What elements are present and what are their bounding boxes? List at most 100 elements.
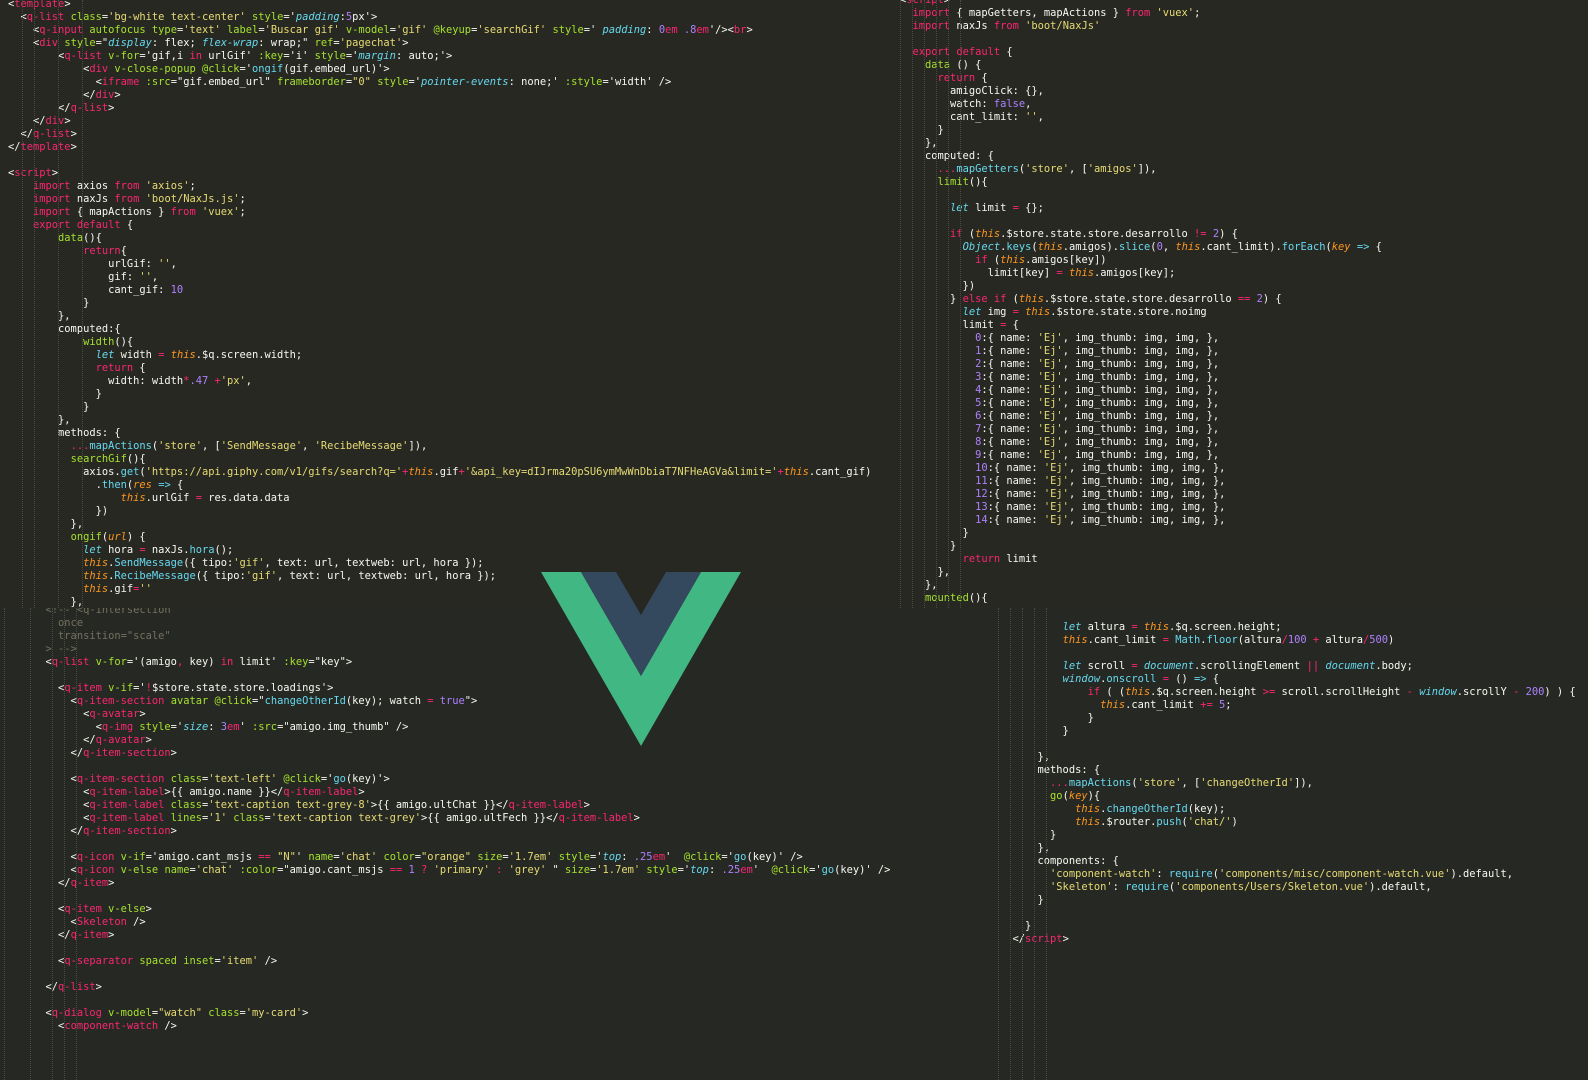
code-token: , img_thumb: img, img, }, [1068, 462, 1226, 474]
code-token: : none;' [508, 76, 565, 88]
code-token: > [402, 37, 409, 49]
code-line: data () { [896, 59, 1588, 72]
code-token: >{{ amigo.ultFech }}</ [420, 812, 559, 824]
code-token: forEach [1281, 241, 1326, 253]
code-token: (){ [126, 453, 146, 465]
code-token: 'bg-white text-center' [108, 11, 246, 23]
code-token: }, [8, 414, 71, 426]
code-token: if [975, 254, 988, 266]
code-token: @keyup [433, 24, 472, 36]
code-token: if [993, 293, 1007, 305]
code-token: q-icon [76, 851, 115, 863]
code-token: SendMessage [114, 557, 184, 569]
code-token: .47 [189, 375, 209, 387]
code-token: amigoClick: {}, [900, 85, 1044, 97]
code-token: </ [8, 141, 21, 153]
code-token: from [114, 193, 140, 205]
code-line: } [896, 124, 1588, 137]
code-token: : [208, 721, 221, 733]
code-token: class [208, 1007, 240, 1019]
code-token: .cant_limit [1125, 699, 1201, 711]
code-token: < [8, 721, 102, 733]
code-token: ' [665, 851, 684, 863]
code-token: 'changeOtherId' [1200, 777, 1295, 789]
code-token: color [383, 851, 415, 863]
code-token: export [912, 46, 951, 58]
code-token: iframe [101, 76, 140, 88]
code-token: '1.7em' [508, 851, 553, 863]
code-token: name [308, 851, 334, 863]
code-pane-top-right[interactable]: <script> import { mapGetters, mapActions… [896, 0, 1588, 608]
code-line: ...mapActions('store', ['SendMessage', '… [0, 440, 890, 453]
code-token: watch: [900, 98, 994, 110]
code-token: 'grey' [508, 864, 547, 876]
code-line: ...mapGetters('store', ['amigos']), [896, 163, 1588, 176]
code-token: then [101, 479, 127, 491]
indent-guide [4, 608, 5, 1080]
code-token: @click [283, 773, 321, 785]
code-token: data [925, 59, 951, 71]
code-token: mapGetters [956, 163, 1019, 175]
code-line: <template> [0, 0, 890, 11]
code-token: data [58, 232, 84, 244]
code-line: .then(res => { [0, 479, 890, 492]
code-token: this [83, 557, 109, 569]
code-token: ='amigo.cant_msjs [145, 851, 259, 863]
code-token: ) { [1262, 293, 1282, 305]
code-token: 13 [975, 501, 988, 513]
code-line: computed: { [896, 150, 1588, 163]
code-token: em [696, 24, 709, 36]
code-token: class [70, 11, 102, 23]
code-token: width [114, 349, 159, 361]
code-line: let altura = this.$q.screen.height; [994, 621, 1588, 634]
code-token: :src [252, 721, 278, 733]
code-line: } [994, 712, 1588, 725]
code-token: from [170, 206, 196, 218]
code-token: , [ [201, 440, 221, 452]
indent-guide [948, 0, 949, 608]
code-token: 'Ej' [1037, 436, 1063, 448]
code-line: </div> [0, 89, 890, 102]
indent-guide [936, 0, 937, 608]
code-token: (){ [968, 176, 988, 188]
code-token: top [690, 864, 709, 876]
code-token: .cant_limit). [1200, 241, 1282, 253]
code-pane-top-left[interactable]: <template> <q-list class='bg-white text-… [0, 0, 890, 612]
code-token: style [552, 24, 584, 36]
code-token: limit [968, 202, 1013, 214]
code-token: style [377, 76, 409, 88]
code-token: ; [1225, 699, 1232, 711]
code-token: ' [752, 864, 772, 876]
code-token: () { [950, 59, 982, 71]
code-token: }, [900, 566, 951, 578]
code-token: 'chat/' [1187, 816, 1232, 828]
code-line: </q-list> [0, 128, 890, 141]
code-token: ; [189, 180, 196, 192]
code-token: name [164, 864, 190, 876]
code-token: > [64, 0, 71, 10]
code-pane-bottom-right[interactable]: let altura = this.$q.screen.height; this… [994, 608, 1588, 1080]
code-token: "N" [277, 851, 296, 863]
code-token: gif: [8, 271, 140, 283]
code-token: :{ name: [987, 501, 1044, 513]
code-token: script [1025, 933, 1063, 945]
code-token: get [120, 466, 140, 478]
code-token: $store.state.store.loadings'> [151, 682, 334, 694]
code-token: v-else [120, 864, 159, 876]
code-line: 0:{ name: 'Ej', img_thumb: img, img, }, [896, 332, 1588, 345]
code-token: document [1143, 660, 1194, 672]
code-token: ='i' [283, 50, 315, 62]
code-token: @click [201, 63, 240, 75]
code-pane-bottom-left[interactable]: <!-- <q-intersection once transition="sc… [0, 608, 990, 1080]
code-token: ( [987, 254, 1001, 266]
